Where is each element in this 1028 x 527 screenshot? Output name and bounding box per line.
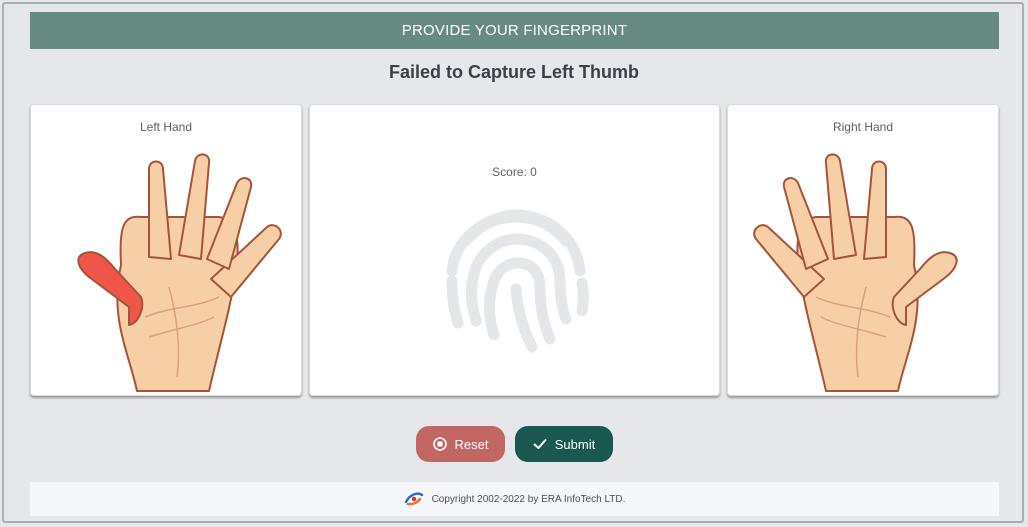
submit-button[interactable]: Submit: [515, 426, 613, 462]
left-hand-icon[interactable]: [49, 147, 289, 393]
page-footer: Copyright 2002-2022 by ERA InfoTech LTD.: [30, 482, 999, 516]
era-logo-icon: [404, 492, 423, 506]
reset-button[interactable]: Reset: [416, 426, 505, 462]
check-icon: [533, 439, 547, 449]
left-hand-label: Left Hand: [139, 120, 193, 134]
fingerprint-capture-card: Score: 0: [309, 104, 720, 396]
copyright-text: Copyright 2002-2022 by ERA InfoTech LTD.: [431, 493, 626, 505]
reset-label: Reset: [454, 436, 489, 452]
right-hand-label: Right Hand: [832, 120, 894, 134]
status-message: Failed to Capture Left Thumb: [389, 62, 639, 82]
header-title: PROVIDE YOUR FINGERPRINT: [401, 22, 628, 39]
submit-label: Submit: [554, 436, 596, 452]
left-hand-card[interactable]: Left Hand: [30, 104, 302, 396]
right-hand-icon[interactable]: [746, 147, 986, 393]
page-header: PROVIDE YOUR FINGERPRINT: [30, 12, 999, 49]
score-label: Score: 0: [492, 165, 537, 179]
right-hand-card[interactable]: Right Hand: [727, 104, 999, 396]
fingerprint-icon: [446, 209, 589, 353]
stop-circle-icon: [432, 437, 447, 451]
